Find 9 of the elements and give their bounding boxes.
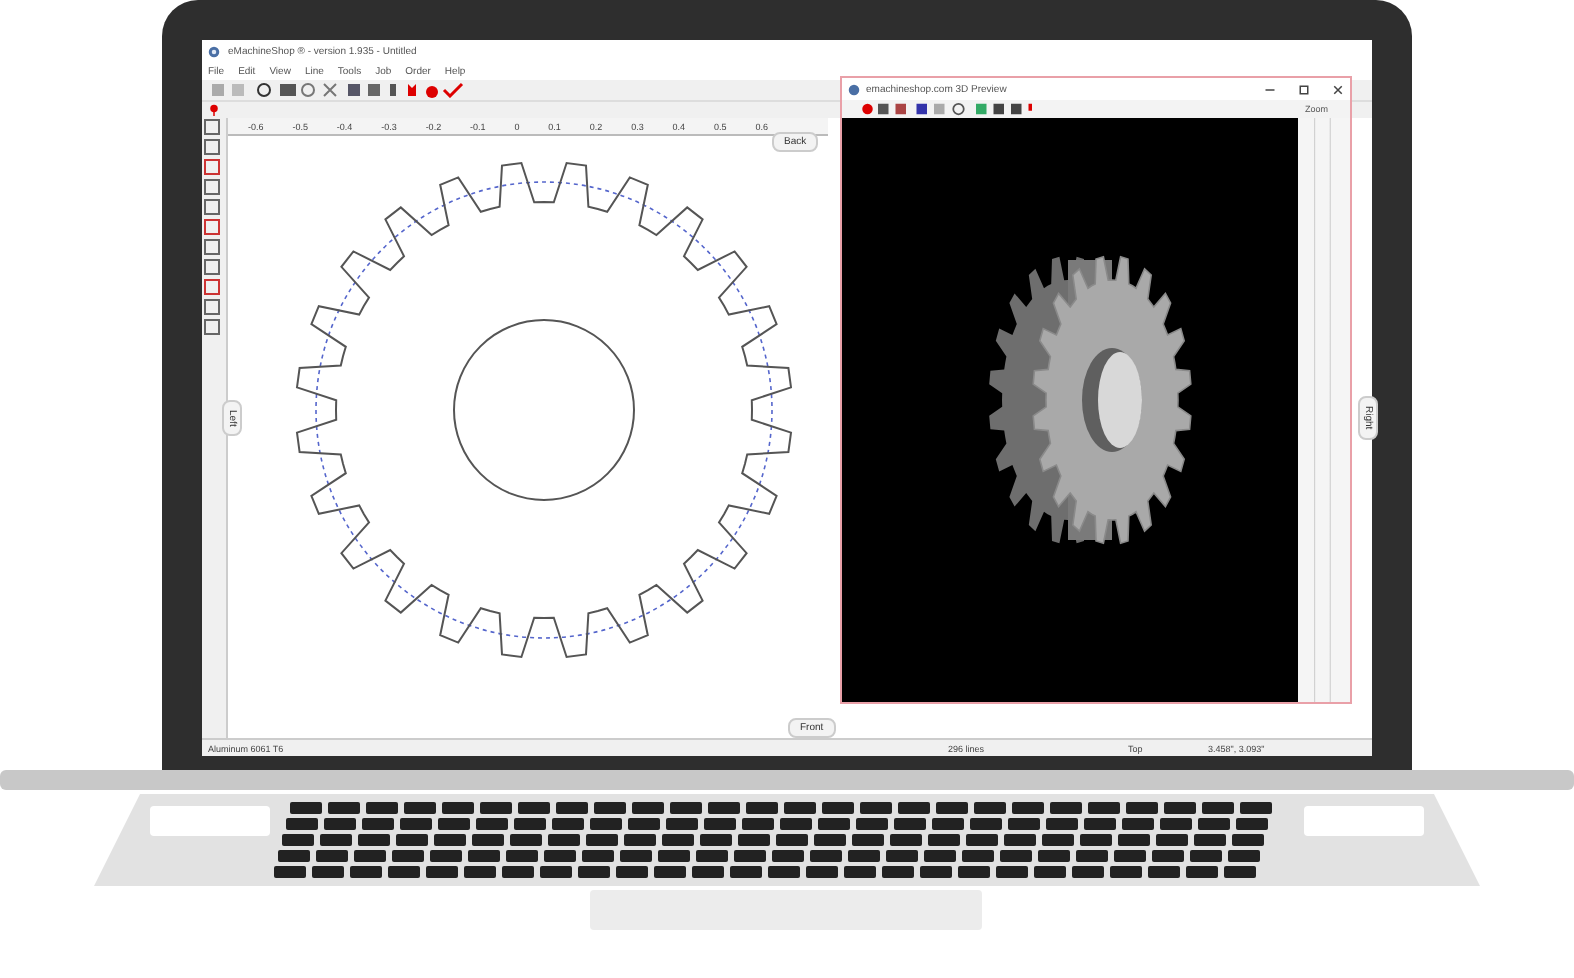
drawing-tools-drawing[interactable] <box>202 118 222 338</box>
app-logo-icon <box>848 83 860 95</box>
minimize-icon[interactable] <box>1264 83 1276 95</box>
close-icon[interactable] <box>1332 83 1344 95</box>
zoom-sliders[interactable] <box>1298 118 1350 702</box>
maximize-icon[interactable] <box>1298 83 1310 95</box>
app-logo-icon <box>208 45 220 57</box>
pin-icon[interactable] <box>208 104 220 116</box>
toolbar-icons-drawing[interactable] <box>208 82 468 98</box>
